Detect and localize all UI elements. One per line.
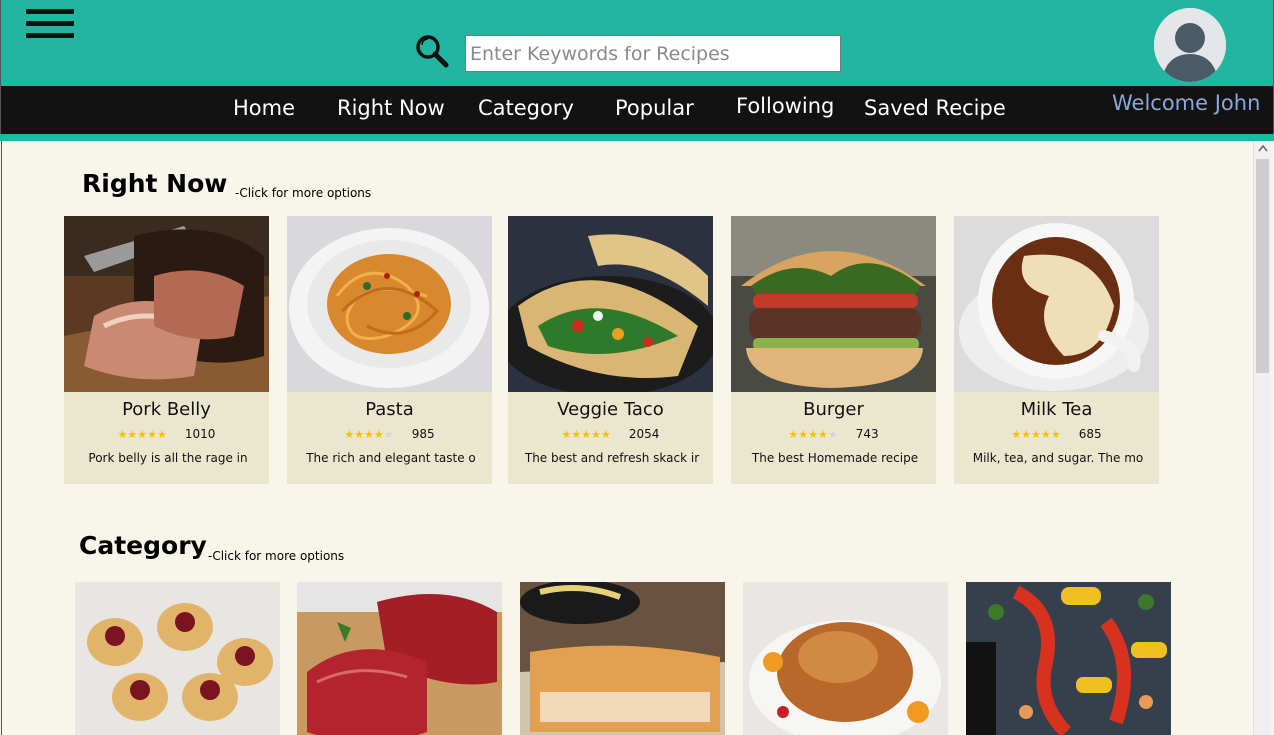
nav-right-now[interactable]: Right Now bbox=[337, 96, 445, 120]
recipe-description: The best and refresh skack ir bbox=[524, 451, 700, 465]
recipe-title: Burger bbox=[803, 399, 864, 420]
category-tile-seafood[interactable] bbox=[966, 582, 1171, 735]
header-bar bbox=[0, 0, 1274, 86]
star-rating-icon: ★★★★★ bbox=[561, 428, 611, 441]
recipe-description: Pork belly is all the rage in bbox=[88, 451, 248, 465]
recipe-rating: ★★★★★ 1010 bbox=[64, 427, 269, 441]
search-input[interactable] bbox=[465, 35, 841, 72]
recipe-rating: ★★★★★ 985 bbox=[287, 427, 492, 441]
right-now-hint[interactable]: -Click for more options bbox=[235, 186, 371, 200]
recipe-description: The best Homemade recipe bbox=[751, 451, 919, 465]
menu-icon[interactable] bbox=[26, 9, 74, 41]
nav-home[interactable]: Home bbox=[233, 96, 295, 120]
header-divider bbox=[0, 134, 1274, 141]
nav-saved-recipe[interactable]: Saved Recipe bbox=[864, 96, 1006, 120]
recipe-image-pasta bbox=[287, 216, 492, 392]
nav-following[interactable]: Following bbox=[736, 94, 834, 118]
recipe-image-pork-belly bbox=[64, 216, 269, 392]
scroll-up-arrow-icon[interactable] bbox=[1254, 141, 1272, 157]
recipe-rating: ★★★★★ 2054 bbox=[508, 427, 713, 441]
category-tile-red-meat[interactable] bbox=[297, 582, 502, 735]
avatar[interactable] bbox=[1154, 8, 1226, 82]
main-nav: Home Right Now Category Popular Followin… bbox=[0, 86, 1274, 134]
recipe-title: Pasta bbox=[365, 399, 414, 420]
rating-count: 985 bbox=[411, 427, 435, 441]
recipe-description: The rich and elegant taste o bbox=[306, 451, 476, 465]
category-tile-roast-chicken[interactable] bbox=[743, 582, 948, 735]
star-rating-icon: ★★★★★ bbox=[1011, 428, 1061, 441]
category-tile-pork[interactable] bbox=[520, 582, 725, 735]
recipe-title: Pork Belly bbox=[122, 399, 211, 420]
rating-count: 2054 bbox=[628, 427, 660, 441]
recipe-rating: ★★★★★ 685 bbox=[954, 427, 1159, 441]
right-now-title: Right Now bbox=[82, 169, 228, 198]
nav-popular[interactable]: Popular bbox=[615, 96, 694, 120]
category-tile-pastry[interactable] bbox=[75, 582, 280, 735]
vertical-scrollbar[interactable] bbox=[1253, 141, 1271, 735]
rating-count: 1010 bbox=[184, 427, 216, 441]
star-rating-icon: ★★★★★ bbox=[788, 428, 838, 441]
welcome-text: Welcome John bbox=[1112, 91, 1261, 115]
recipe-title: Milk Tea bbox=[1020, 399, 1093, 420]
recipe-description: Milk, tea, and sugar. The mo bbox=[972, 451, 1144, 465]
category-hint[interactable]: -Click for more options bbox=[208, 549, 344, 563]
recipe-title: Veggie Taco bbox=[557, 399, 664, 420]
star-rating-icon: ★★★★★ bbox=[344, 428, 394, 441]
recipe-image-burger bbox=[731, 216, 936, 392]
category-title: Category bbox=[79, 531, 207, 560]
rating-count: 685 bbox=[1078, 427, 1102, 441]
recipe-card[interactable]: Burger ★★★★★ 743 The best Homemade recipe bbox=[731, 216, 936, 484]
recipe-card[interactable]: Pasta ★★★★★ 985 The rich and elegant tast… bbox=[287, 216, 492, 484]
search-icon[interactable] bbox=[414, 33, 450, 69]
rating-count: 743 bbox=[855, 427, 879, 441]
nav-category[interactable]: Category bbox=[478, 96, 574, 120]
recipe-image-veggie-taco bbox=[508, 216, 713, 392]
recipe-card[interactable]: Veggie Taco ★★★★★ 2054 The best and refre… bbox=[508, 216, 713, 484]
recipe-rating: ★★★★★ 743 bbox=[731, 427, 936, 441]
scrollbar-thumb[interactable] bbox=[1256, 159, 1269, 373]
star-rating-icon: ★★★★★ bbox=[117, 428, 167, 441]
recipe-card[interactable]: Milk Tea ★★★★★ 685 Milk, tea, and sugar. … bbox=[954, 216, 1159, 484]
recipe-card[interactable]: Pork Belly ★★★★★ 1010 Pork belly is all t… bbox=[64, 216, 269, 484]
main-content: Right Now -Click for more options Pork B… bbox=[1, 141, 1253, 735]
recipe-image-milk-tea bbox=[954, 216, 1159, 392]
